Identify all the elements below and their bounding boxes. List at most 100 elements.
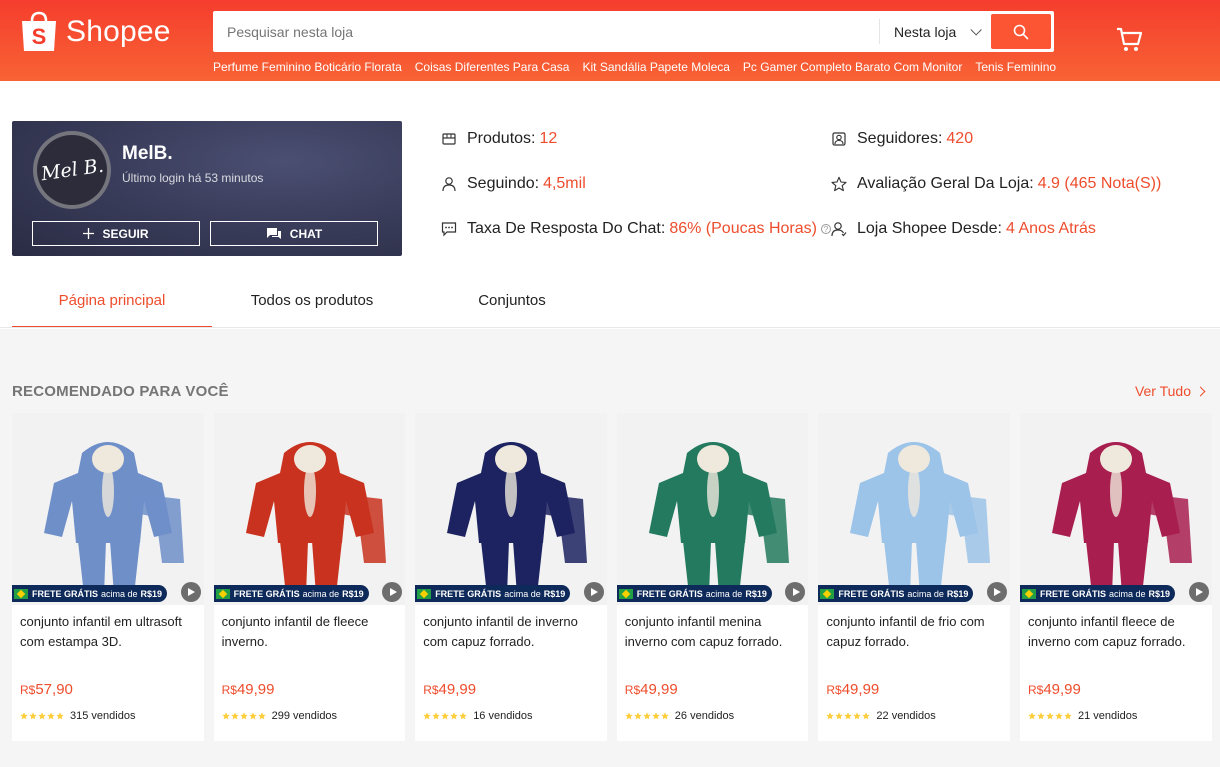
product-card[interactable]: FRETE GRÁTIS acima de R$19 conjunto infa… (415, 413, 607, 741)
rating-star-icon (38, 712, 46, 720)
price-value: 49,99 (236, 681, 275, 698)
currency-symbol: R$ (624, 683, 641, 697)
product-thumbnail[interactable]: FRETE GRÁTIS acima de R$19 (818, 413, 1010, 605)
play-video-icon[interactable] (180, 582, 201, 602)
product-card[interactable]: FRETE GRÁTIS acima de R$19 conjunto infa… (213, 413, 406, 741)
currency-symbol: R$ (423, 683, 439, 697)
stat-joined: Loja Shopee Desde: 4 Anos Atrás (831, 219, 1096, 239)
search-scope-select[interactable]: Nesta loja (880, 11, 990, 52)
suggestion-link[interactable]: Pc Gamer Completo Barato Com Monitor (743, 60, 962, 74)
promo-value-text: R$19 (946, 588, 969, 599)
search-suggestions: Perfume Feminino Boticário Florata Coisa… (213, 60, 1056, 74)
stat-chat-response: Taxa De Resposta Do Chat: 86% (Poucas Ho… (441, 219, 831, 239)
play-video-icon[interactable] (1188, 582, 1209, 602)
product-name[interactable]: conjunto infantil de frio com capuz forr… (826, 612, 1002, 652)
product-price: R$57,90 (20, 681, 73, 698)
play-video-icon[interactable] (986, 582, 1007, 602)
chat-label: CHAT (289, 226, 323, 241)
tab-all-products[interactable]: Todos os produtos (212, 277, 412, 328)
product-name[interactable]: conjunto infantil de fleece inverno. (222, 612, 398, 652)
store-icon (441, 131, 457, 147)
shop-avatar[interactable]: Mel B. (33, 131, 111, 209)
rating-star-icon (634, 712, 642, 720)
free-shipping-badge: FRETE GRÁTIS acima de R$19 (415, 585, 571, 602)
product-photo (1019, 413, 1212, 605)
rating-star-icon (1037, 712, 1045, 720)
stat-value: 4.9 (465 Nota(S)) (1037, 175, 1162, 192)
stat-value: 420 (946, 130, 974, 147)
rating-star-icon (1055, 712, 1063, 720)
product-price: R$49,99 (222, 681, 275, 698)
promo-small-text: acima de (302, 588, 340, 599)
product-rating: 315 vendidos (20, 710, 135, 722)
product-name[interactable]: conjunto infantil em ultrasoft com estam… (20, 612, 196, 652)
play-video-icon[interactable] (583, 582, 604, 602)
product-rating: 16 vendidos (423, 710, 533, 722)
shop-info-section: Mel B. MelB. Último login há 53 minutos … (0, 81, 1220, 329)
rating-star-icon (257, 712, 266, 720)
search-button[interactable] (991, 14, 1051, 49)
rating-stars (221, 712, 266, 720)
product-rating: 22 vendidos (826, 710, 936, 722)
search-input[interactable] (213, 11, 879, 52)
help-icon[interactable]: ? (820, 224, 831, 234)
shopping-bag-icon: S (20, 11, 58, 53)
chevron-right-icon (1195, 386, 1206, 396)
see-all-link[interactable]: Ver Tudo (1135, 383, 1206, 399)
suggestion-link[interactable]: Perfume Feminino Boticário Florata (213, 60, 402, 74)
price-value: 49,99 (640, 681, 678, 698)
product-photo (818, 413, 1010, 605)
sold-count: 16 (473, 710, 486, 722)
promo-value-text: R$19 (342, 588, 364, 599)
product-photo (616, 413, 809, 605)
product-thumbnail[interactable]: FRETE GRÁTIS acima de R$19 (12, 413, 204, 605)
promo-small-text: acima de (907, 588, 944, 599)
product-rating: 299 vendidos (221, 710, 337, 722)
shop-tabs: Página principal Todos os produtos Conju… (12, 277, 612, 328)
top-header: S Shopee Nesta loja Perfume Feminino Bot… (0, 0, 1220, 81)
suggestion-link[interactable]: Kit Sandália Papete Moleca (582, 60, 729, 74)
product-card[interactable]: FRETE GRÁTIS acima de R$19 conjunto infa… (616, 413, 809, 741)
product-thumbnail[interactable]: FRETE GRÁTIS acima de R$19 (1019, 413, 1212, 605)
product-price: R$49,99 (625, 681, 678, 698)
product-name[interactable]: conjunto infantil fleece de inverno com … (1028, 612, 1204, 652)
promo-value-text: R$19 (140, 588, 163, 599)
shopee-logo[interactable]: S Shopee (20, 11, 171, 53)
suggestion-link[interactable]: Coisas Diferentes Para Casa (415, 60, 570, 74)
product-thumbnail[interactable]: FRETE GRÁTIS acima de R$19 (415, 413, 607, 605)
sold-count: 26 (674, 710, 688, 722)
product-card[interactable]: FRETE GRÁTIS acima de R$19 conjunto infa… (12, 413, 204, 741)
price-value: 49,99 (1043, 681, 1081, 698)
product-card[interactable]: FRETE GRÁTIS acima de R$19 conjunto infa… (1019, 413, 1212, 741)
tab-home[interactable]: Página principal (12, 277, 212, 328)
rating-star-icon (441, 712, 449, 720)
suggestion-link[interactable]: Tenis Feminino (975, 60, 1056, 74)
tab-sets[interactable]: Conjuntos (412, 277, 612, 328)
product-thumbnail[interactable]: FRETE GRÁTIS acima de R$19 (213, 413, 406, 605)
last-login-text: Último login há 53 minutos (122, 171, 264, 185)
product-name[interactable]: conjunto infantil de inverno com capuz f… (423, 612, 599, 652)
product-card[interactable]: FRETE GRÁTIS acima de R$19 conjunto infa… (818, 413, 1010, 741)
chat-button[interactable]: CHAT (210, 221, 378, 246)
user-check-icon (831, 221, 847, 237)
product-photo (415, 413, 607, 605)
brazil-flag-icon (618, 588, 633, 599)
price-value: 57,90 (35, 681, 73, 698)
rating-star-icon (450, 712, 458, 720)
product-thumbnail[interactable]: FRETE GRÁTIS acima de R$19 (616, 413, 809, 605)
promo-small-text: acima de (504, 588, 541, 599)
chat-icon (266, 227, 281, 239)
promo-value-text: R$19 (543, 588, 566, 599)
chat-bubble-icon (441, 221, 457, 237)
brazil-flag-icon (820, 588, 835, 599)
rating-star-icon (230, 712, 239, 720)
follow-button[interactable]: SEGUIR (32, 221, 200, 246)
rating-star-icon (652, 712, 660, 720)
stat-value: 12 (539, 130, 558, 147)
cart-button[interactable] (1114, 24, 1146, 56)
sold-suffix: vendidos (690, 710, 735, 722)
stat-label: Taxa De Resposta Do Chat: (467, 220, 666, 237)
follow-label: SEGUIR (102, 226, 149, 241)
stat-value: 4,5mil (543, 175, 586, 192)
product-name[interactable]: conjunto infantil menina inverno com cap… (625, 612, 801, 652)
